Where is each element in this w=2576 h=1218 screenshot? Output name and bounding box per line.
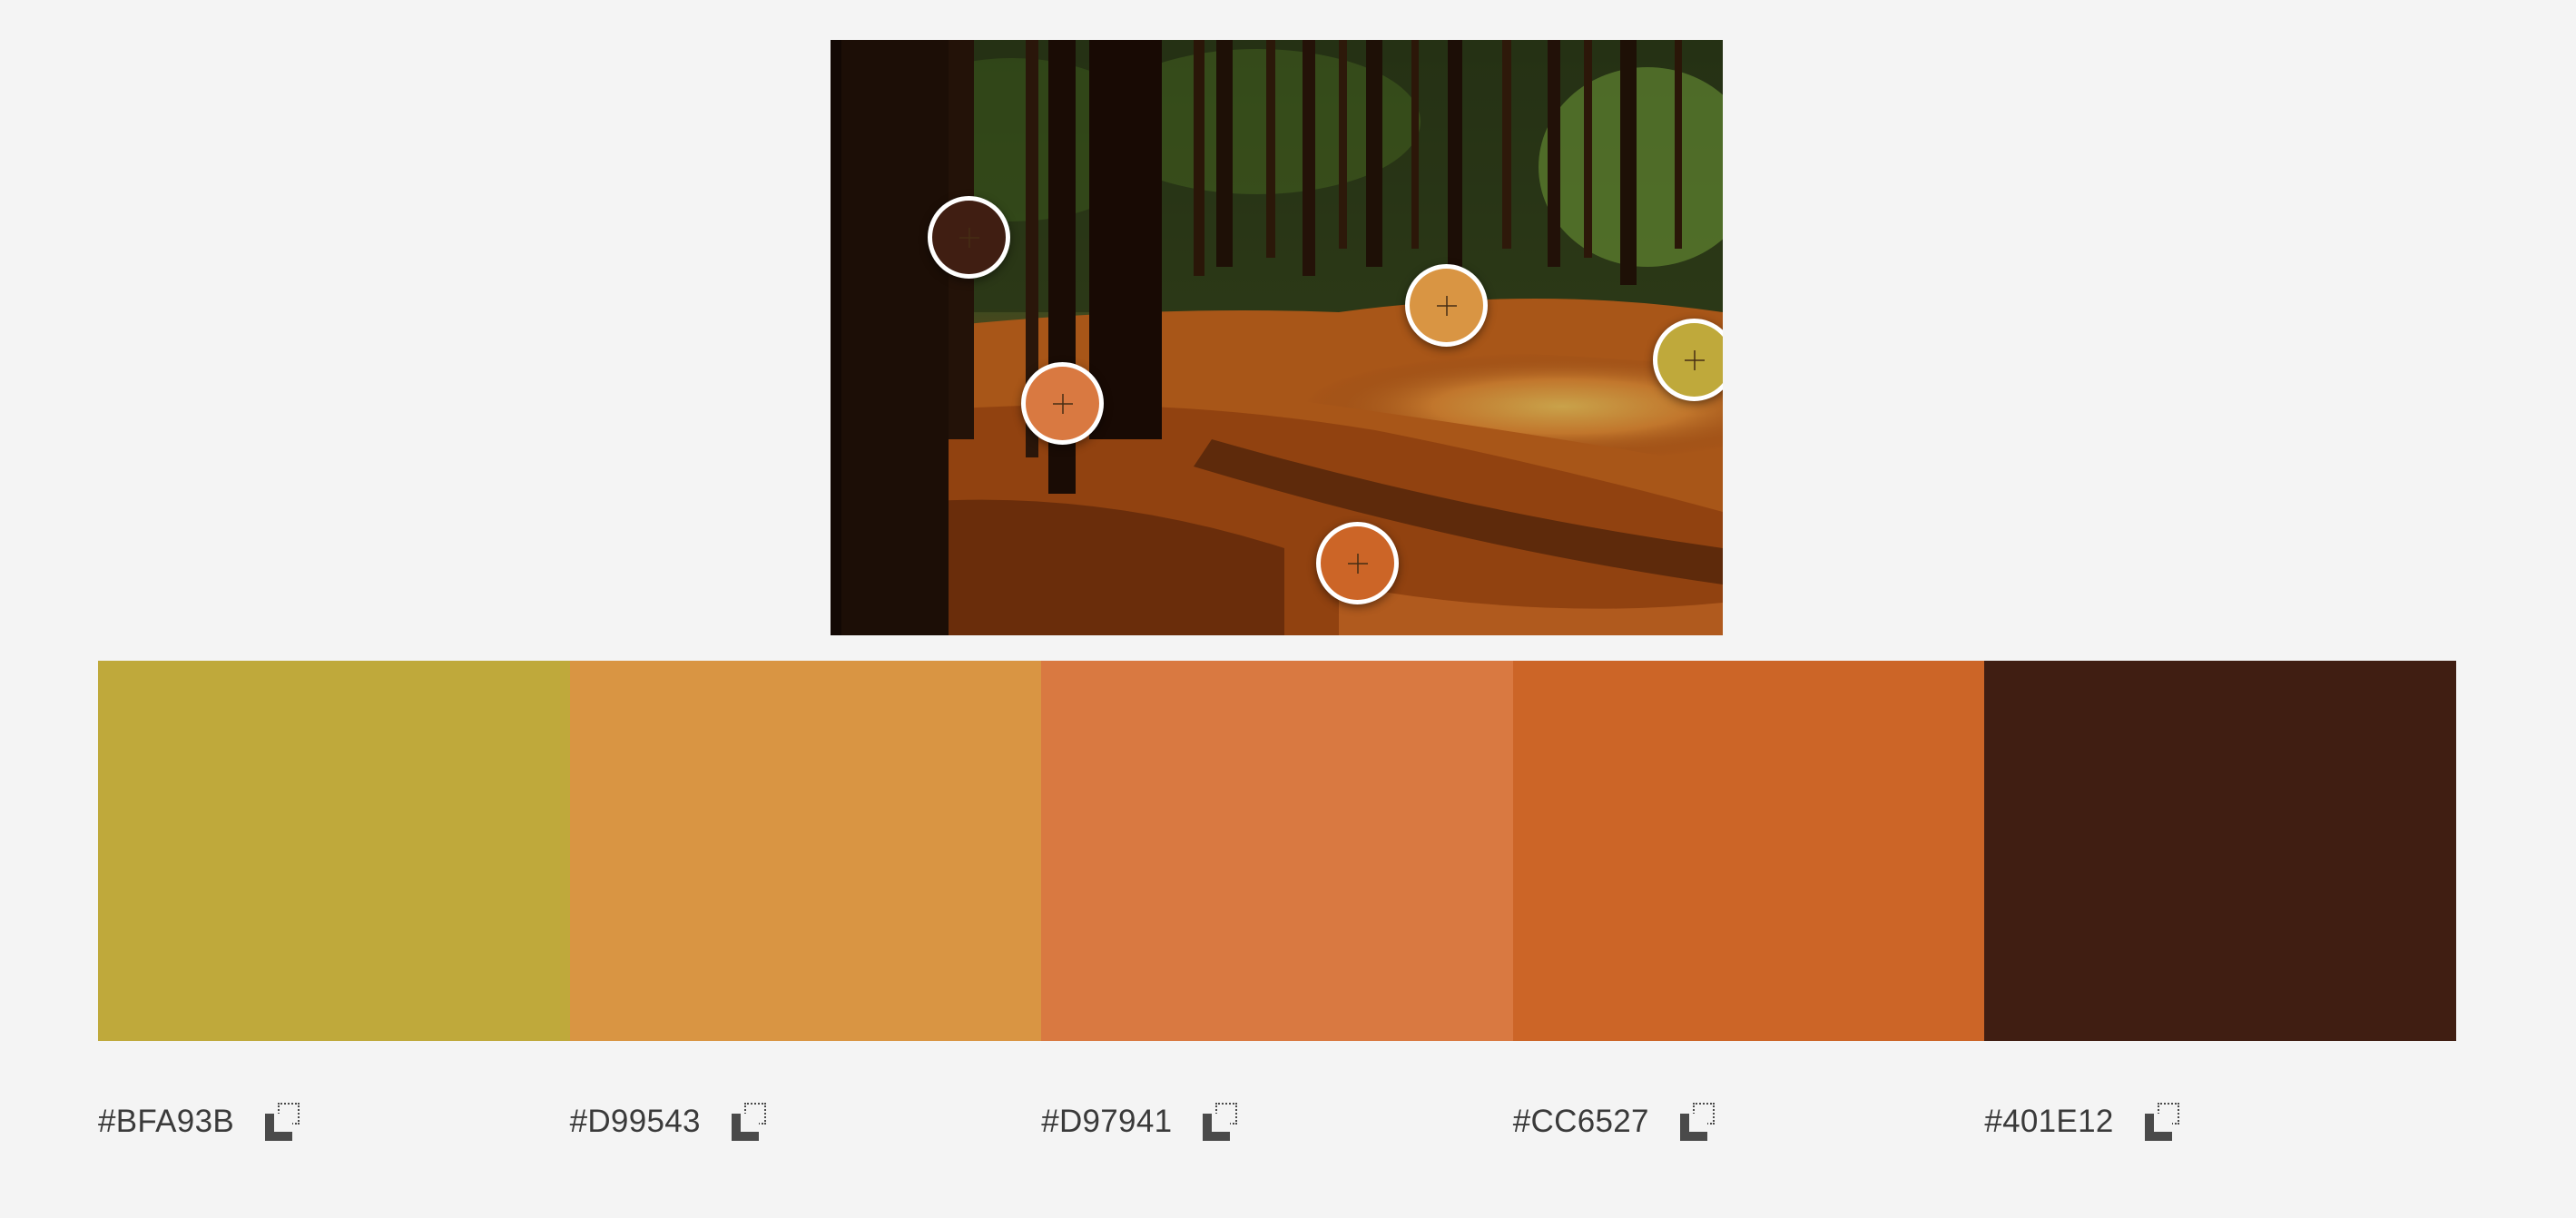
hex-label: #CC6527 bbox=[1512, 1104, 1649, 1139]
swatch-5[interactable] bbox=[1984, 661, 2456, 1041]
swatch-4[interactable] bbox=[1512, 661, 1985, 1041]
picker-dark-brown[interactable] bbox=[928, 196, 1010, 279]
copy-icon[interactable] bbox=[261, 1099, 307, 1144]
swatch-2[interactable] bbox=[569, 661, 1042, 1041]
crosshair-icon bbox=[959, 227, 979, 248]
hex-label: #401E12 bbox=[1984, 1104, 2114, 1139]
hex-label: #D97941 bbox=[1041, 1104, 1173, 1139]
picker-burnt-orange[interactable] bbox=[1316, 522, 1399, 604]
copy-icon[interactable] bbox=[1199, 1099, 1244, 1144]
swatch-1[interactable] bbox=[98, 661, 570, 1041]
copy-icon[interactable] bbox=[2141, 1099, 2187, 1144]
crosshair-icon bbox=[1436, 295, 1457, 316]
hex-label: #D99543 bbox=[569, 1104, 701, 1139]
hex-cell: #D97941 bbox=[1041, 1095, 1513, 1149]
forest-photo bbox=[831, 40, 1723, 635]
palette-swatches bbox=[98, 661, 2456, 1041]
hex-cell: #401E12 bbox=[1984, 1095, 2456, 1149]
swatch-3[interactable] bbox=[1041, 661, 1513, 1041]
source-image bbox=[831, 40, 1723, 635]
hex-cell: #BFA93B bbox=[98, 1095, 570, 1149]
hex-cell: #CC6527 bbox=[1513, 1095, 1985, 1149]
picker-light-orange[interactable] bbox=[1405, 264, 1488, 347]
hex-cell: #D99543 bbox=[570, 1095, 1042, 1149]
crosshair-icon bbox=[1052, 393, 1073, 414]
copy-icon[interactable] bbox=[728, 1099, 773, 1144]
hex-label: #BFA93B bbox=[98, 1104, 234, 1139]
crosshair-icon bbox=[1684, 349, 1705, 370]
picker-terracotta[interactable] bbox=[1021, 362, 1104, 445]
copy-icon[interactable] bbox=[1676, 1099, 1722, 1144]
hex-codes-row: #BFA93B #D99543 #D97941 #CC6527 #401E12 bbox=[98, 1095, 2456, 1149]
crosshair-icon bbox=[1347, 553, 1368, 574]
